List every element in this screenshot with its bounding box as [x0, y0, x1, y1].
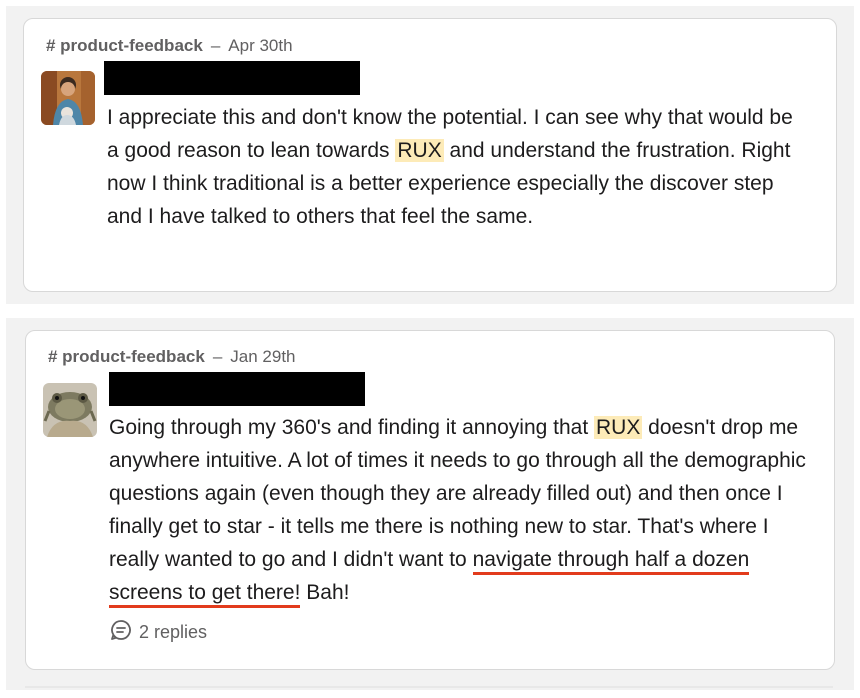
message-text: I appreciate this and don't know the pot… — [107, 106, 793, 228]
message-text: Going through my 360's and finding it an… — [109, 411, 809, 609]
message-date[interactable]: Apr 30th — [228, 36, 292, 55]
message-header: # product-feedback – Jan 29th — [48, 345, 296, 369]
separator: – — [212, 347, 223, 366]
channel-link[interactable]: # product-feedback — [46, 36, 203, 55]
message-date[interactable]: Jan 29th — [230, 347, 295, 366]
separator: – — [210, 36, 221, 55]
message-card[interactable]: # product-feedback – Jan 29th Going throug… — [25, 330, 835, 670]
message-panel-2: # product-feedback – Jan 29th Going throug… — [6, 318, 854, 690]
channel-link[interactable]: # product-feedback — [48, 347, 205, 366]
avatar[interactable] — [41, 71, 95, 125]
avatar[interactable] — [43, 383, 97, 437]
keyword-highlight: RUX — [594, 416, 643, 439]
keyword-highlight: RUX — [395, 139, 444, 162]
message-header: # product-feedback – Apr 30th — [46, 34, 293, 58]
message-panel-1: # product-feedback – Apr 30th I appreciate… — [6, 6, 854, 304]
message-card[interactable]: # product-feedback – Apr 30th I appreciate… — [23, 18, 837, 292]
thread-replies-link[interactable]: 2 replies — [110, 619, 207, 646]
redacted-username — [104, 61, 360, 95]
replies-count: 2 replies — [139, 622, 208, 642]
thread-bubble-icon — [110, 619, 132, 646]
divider — [25, 686, 833, 688]
redacted-username — [109, 372, 365, 406]
